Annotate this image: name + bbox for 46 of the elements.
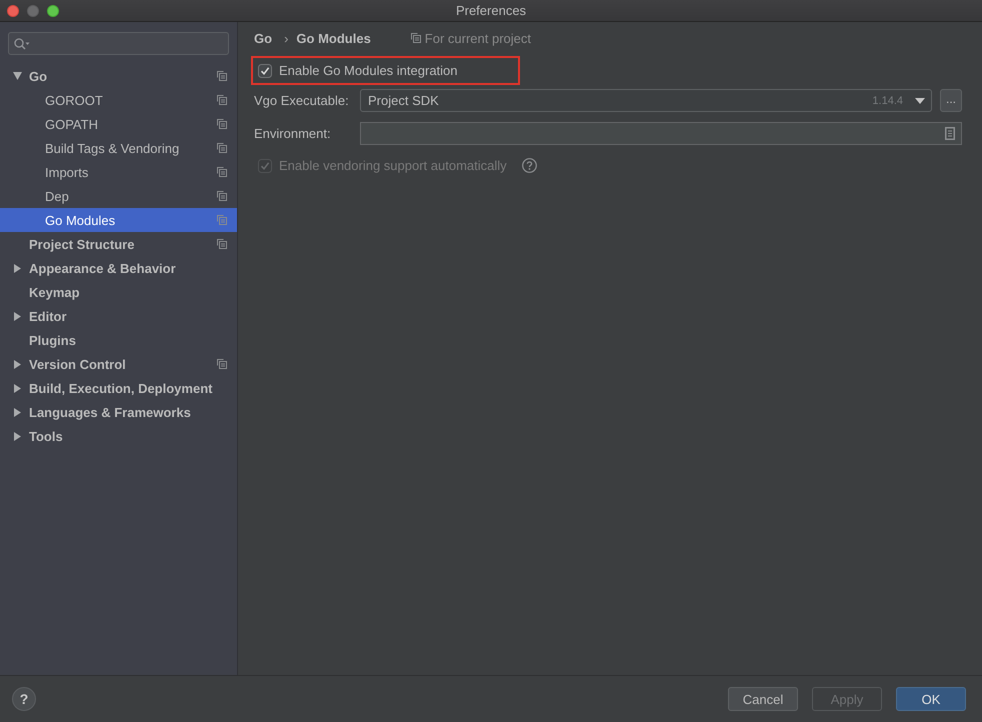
tree-item[interactable]: Go Modules <box>0 208 237 232</box>
tree-item[interactable]: Project Structure <box>0 232 237 256</box>
tree-item[interactable]: Appearance & Behavior <box>0 256 237 280</box>
tree-item[interactable]: GOROOT <box>0 88 237 112</box>
window-title: Preferences <box>456 3 526 18</box>
browse-button[interactable]: ... <box>940 89 962 112</box>
expand-arrow-icon[interactable] <box>14 432 21 440</box>
caret-icon <box>915 98 925 104</box>
close-button[interactable] <box>7 4 19 16</box>
breadcrumb-item[interactable]: Go Modules <box>296 30 371 46</box>
field-label: Vgo Executable: <box>254 93 350 108</box>
tree-item[interactable]: Version Control <box>0 352 237 376</box>
tree-item[interactable]: Languages & Frameworks <box>0 400 237 424</box>
search-icon <box>14 38 30 50</box>
tree-item[interactable]: Dep <box>0 184 237 208</box>
tree-item[interactable]: Keymap <box>0 280 237 304</box>
field-label: Environment: <box>254 126 332 141</box>
breadcrumb-separator: › <box>284 30 288 46</box>
tree-item[interactable]: GOPATH <box>0 112 237 136</box>
tree-item[interactable]: Build, Execution, Deployment <box>0 376 237 400</box>
dialog-button[interactable]: Cancel <box>728 687 798 711</box>
expand-arrow-icon[interactable] <box>14 312 21 320</box>
expand-arrow-icon[interactable] <box>14 360 21 368</box>
expand-arrow-icon[interactable] <box>14 384 21 392</box>
document-icon[interactable] <box>945 127 955 140</box>
expand-arrow-icon[interactable] <box>14 408 21 416</box>
copy-icon <box>410 33 421 43</box>
tree-item[interactable]: Plugins <box>0 328 237 352</box>
dialog-button[interactable]: OK <box>896 687 966 711</box>
expand-arrow-icon[interactable] <box>14 264 21 272</box>
checkbox-label: Enable Go Modules integration <box>279 63 458 78</box>
expand-arrow-icon[interactable] <box>13 72 22 80</box>
tree-item[interactable]: Go <box>0 64 237 88</box>
tree-item[interactable]: Tools <box>0 424 237 448</box>
tree-item[interactable]: Editor <box>0 304 237 328</box>
checkbox[interactable] <box>258 64 272 78</box>
help-button[interactable]: ? <box>12 687 36 711</box>
scope-label: For current project <box>424 30 531 46</box>
tree-item[interactable]: Imports <box>0 160 237 184</box>
search-field[interactable] <box>8 32 229 55</box>
tree-item[interactable]: Build Tags & Vendoring <box>0 136 237 160</box>
zoom-button[interactable] <box>47 4 59 16</box>
checkbox-label: Enable vendoring support automatically <box>279 158 507 173</box>
environment-field[interactable] <box>360 122 962 145</box>
breadcrumb-item[interactable]: Go <box>254 30 272 46</box>
executable-dropdown[interactable]: Project SDK 1.14.4 <box>360 89 932 112</box>
